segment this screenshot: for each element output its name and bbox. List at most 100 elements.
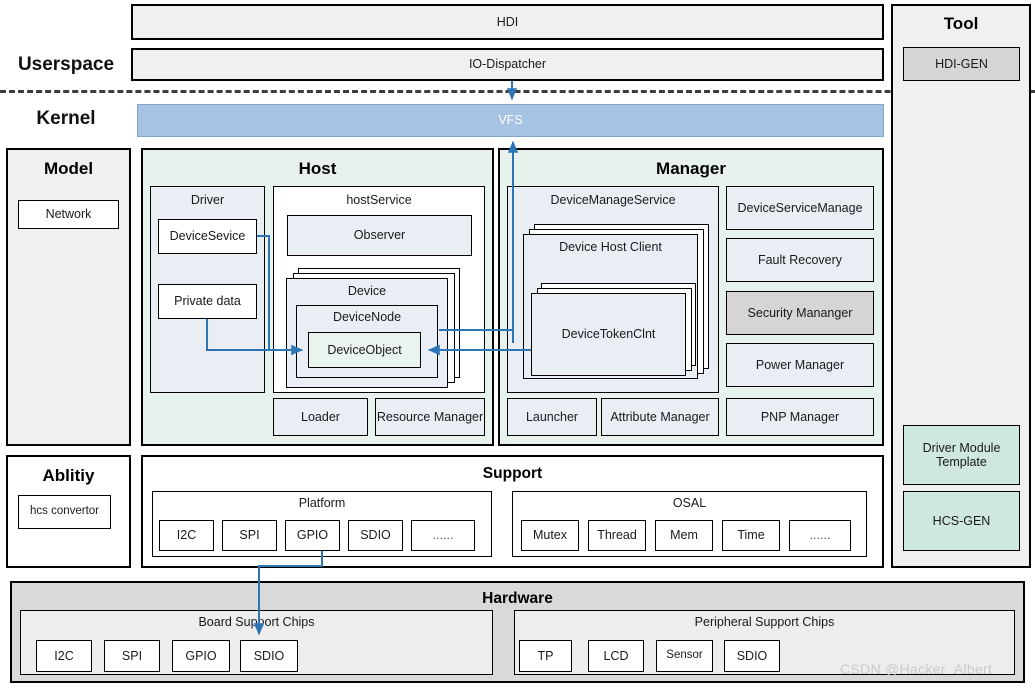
- host-service-title: hostService: [346, 193, 412, 207]
- peripheral-chip-label: TP: [537, 648, 554, 663]
- tool-item-label: Driver Module Template: [922, 440, 1001, 469]
- board-chip-label: SDIO: [253, 648, 285, 663]
- host-driver-item-label: Private data: [174, 294, 241, 309]
- peripheral-chip-sdio[interactable]: SDIO: [724, 640, 780, 672]
- osal-item-label: Mutex: [532, 528, 568, 543]
- vfs-label: VFS: [498, 113, 523, 128]
- io-dispatcher-label: IO-Dispatcher: [468, 57, 547, 72]
- peripheral-chip-tp[interactable]: TP: [519, 640, 572, 672]
- tool-title: Tool: [943, 14, 979, 33]
- peripheral-chip-sensor[interactable]: Sensor: [656, 640, 713, 672]
- host-driver-item-label: DeviceSevice: [169, 229, 246, 244]
- host-service-observer-label: Observer: [353, 228, 406, 243]
- manager-bottom-item-label: PNP Manager: [760, 409, 840, 424]
- host-driver-title: Driver: [190, 193, 225, 207]
- host-driver-item-private-data[interactable]: Private data: [158, 284, 257, 319]
- tool-item-label: HCS-GEN: [932, 513, 991, 528]
- vfs-bar: VFS: [137, 104, 884, 137]
- platform-item-label: ......: [432, 528, 454, 543]
- osal-item-more[interactable]: ......: [789, 520, 851, 551]
- platform-item-label: SDIO: [360, 528, 391, 543]
- platform-item-gpio[interactable]: GPIO: [285, 520, 340, 551]
- peripheral-chip-label: Sensor: [666, 649, 703, 662]
- model-title: Model: [43, 159, 94, 178]
- io-dispatcher-bar: IO-Dispatcher: [131, 48, 884, 81]
- host-device-object[interactable]: DeviceObject: [308, 332, 421, 368]
- peripheral-chip-label: LCD: [603, 648, 629, 663]
- host-bottom-item-label: Loader: [301, 409, 340, 424]
- tool-item-label: HDI-GEN: [935, 56, 988, 71]
- board-chip-i2c[interactable]: I2C: [36, 640, 92, 672]
- model-item-network[interactable]: Network: [18, 200, 119, 229]
- rail-label-kernel: Kernel: [36, 108, 96, 129]
- osal-item-label: ......: [809, 528, 831, 543]
- platform-item-more[interactable]: ......: [411, 520, 475, 551]
- platform-item-i2c[interactable]: I2C: [159, 520, 214, 551]
- peripheral-chip-lcd[interactable]: LCD: [588, 640, 644, 672]
- support-title: Support: [482, 465, 543, 482]
- platform-item-label: I2C: [176, 528, 197, 543]
- userspace-kernel-divider: [0, 90, 1035, 93]
- host-driver-item-devicesevice[interactable]: DeviceSevice: [158, 219, 257, 254]
- model-item-label: Network: [45, 207, 92, 222]
- host-title: Host: [298, 159, 337, 178]
- hardware-title: Hardware: [482, 590, 553, 607]
- osal-item-label: Thread: [597, 528, 637, 543]
- tool-item-hcs-gen[interactable]: HCS-GEN: [903, 491, 1020, 551]
- platform-item-spi[interactable]: SPI: [222, 520, 277, 551]
- manager-item-fault-recovery[interactable]: Fault Recovery: [726, 238, 874, 282]
- rail-label-userspace: Userspace: [17, 54, 115, 75]
- host-device-object-label: DeviceObject: [327, 342, 402, 357]
- hardware-peripheral-title: Peripheral Support Chips: [694, 615, 835, 629]
- platform-item-label: SPI: [239, 528, 260, 543]
- manager-bottom-item-pnp-manager[interactable]: PNP Manager: [726, 398, 874, 436]
- watermark-text: CSDN @Hacker_Albert: [840, 661, 993, 677]
- osal-item-label: Time: [737, 528, 765, 543]
- manager-bottom-item-attribute-manager[interactable]: Attribute Manager: [601, 398, 719, 436]
- platform-item-sdio[interactable]: SDIO: [348, 520, 403, 551]
- host-device-title: Device: [347, 284, 387, 298]
- hardware-board-title: Board Support Chips: [198, 615, 315, 629]
- tool-item-hdi-gen[interactable]: HDI-GEN: [903, 47, 1020, 81]
- host-device-node-title: DeviceNode: [332, 310, 402, 324]
- hdi-label: HDI: [496, 14, 519, 29]
- manager-item-label: Power Manager: [755, 357, 845, 372]
- manager-item-deviceservicemanage[interactable]: DeviceServiceManage: [726, 186, 874, 230]
- board-chip-sdio[interactable]: SDIO: [240, 640, 298, 672]
- manager-dhc-title: Device Host Client: [559, 240, 662, 254]
- osal-item-time[interactable]: Time: [722, 520, 780, 551]
- ability-title: Ablitiy: [42, 466, 95, 485]
- board-chip-label: I2C: [54, 648, 74, 663]
- board-chip-gpio[interactable]: GPIO: [172, 640, 230, 672]
- board-chip-spi[interactable]: SPI: [104, 640, 160, 672]
- manager-item-label: Fault Recovery: [757, 252, 843, 267]
- ability-item-label: hcs convertor: [29, 505, 100, 518]
- osal-item-thread[interactable]: Thread: [588, 520, 646, 551]
- manager-bottom-item-label: Attribute Manager: [610, 409, 710, 424]
- board-chip-label: GPIO: [185, 648, 217, 663]
- osal-item-mem[interactable]: Mem: [655, 520, 713, 551]
- host-bottom-item-resource-manager[interactable]: Resource Manager: [375, 398, 485, 436]
- manager-item-security-mananger[interactable]: Security Mananger: [726, 291, 874, 335]
- hdi-bar: HDI: [131, 4, 884, 40]
- manager-bottom-item-launcher[interactable]: Launcher: [507, 398, 597, 436]
- manager-bottom-item-label: Launcher: [525, 409, 579, 424]
- peripheral-chip-label: SDIO: [736, 648, 768, 663]
- board-chip-label: SPI: [121, 648, 143, 663]
- host-service-observer[interactable]: Observer: [287, 215, 472, 256]
- support-osal-title: OSAL: [672, 496, 707, 510]
- host-bottom-item-label: Resource Manager: [376, 409, 484, 424]
- manager-item-label: DeviceServiceManage: [737, 200, 863, 215]
- osal-item-mutex[interactable]: Mutex: [521, 520, 579, 551]
- manager-dms-title: DeviceManageService: [550, 193, 676, 207]
- manager-dtc-label: DeviceTokenClnt: [561, 327, 656, 342]
- manager-title: Manager: [656, 159, 726, 178]
- host-bottom-item-loader[interactable]: Loader: [273, 398, 368, 436]
- model-section: Model: [6, 148, 131, 446]
- ability-item-hcs-convertor[interactable]: hcs convertor: [18, 495, 111, 529]
- manager-item-label: Security Mananger: [747, 305, 853, 320]
- osal-item-label: Mem: [670, 528, 698, 543]
- manager-item-power-manager[interactable]: Power Manager: [726, 343, 874, 387]
- manager-device-token-clnt[interactable]: DeviceTokenClnt: [531, 293, 686, 376]
- tool-item-driver-module-template[interactable]: Driver Module Template: [903, 425, 1020, 485]
